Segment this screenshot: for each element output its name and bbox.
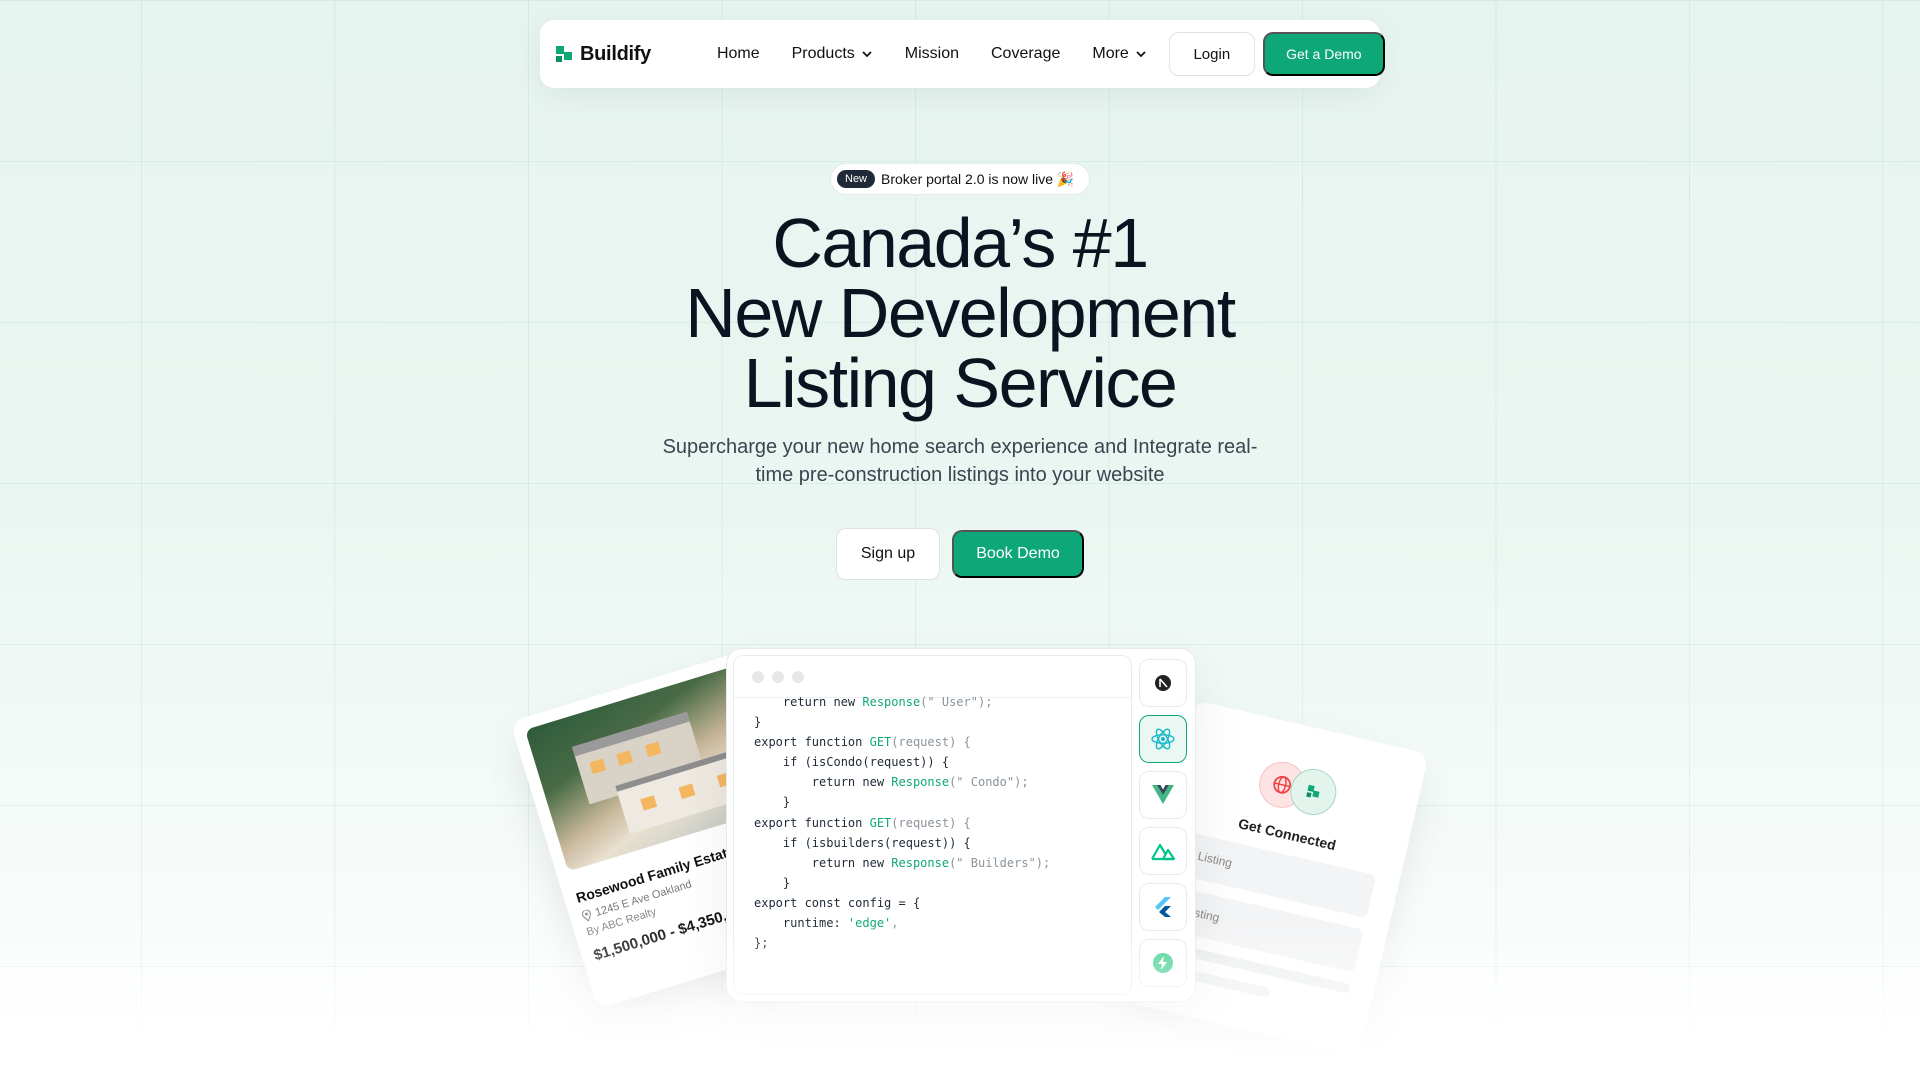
- chevron-down-icon: [1136, 51, 1146, 58]
- nav-link-label: Mission: [904, 45, 959, 62]
- hero-subtitle: Supercharge your new home search experie…: [662, 436, 1258, 486]
- brand-name: Buildify: [580, 42, 651, 65]
- vue-icon[interactable]: [1139, 771, 1188, 819]
- buildify-logo-icon: [556, 46, 572, 62]
- announcement-text: Broker portal 2.0 is now live 🎉: [881, 170, 1075, 187]
- window-dot: [792, 670, 804, 683]
- nav-link-coverage[interactable]: Coverage: [981, 45, 1070, 63]
- nav-link-label: Home: [716, 45, 760, 62]
- nav-actions: Login Get a Demo: [1168, 32, 1385, 76]
- code-line: return new Response(" User");: [754, 695, 993, 709]
- code-line: export const config = {: [754, 895, 921, 910]
- login-button[interactable]: Login: [1168, 32, 1255, 76]
- code-block: return new Response(" User");} export fun…: [734, 692, 1131, 953]
- nuxt-icon[interactable]: [1139, 827, 1188, 875]
- window-dot: [752, 670, 764, 683]
- nav-link-products[interactable]: Products: [782, 45, 883, 63]
- code-line: }: [754, 875, 791, 890]
- top-navbar: Buildify Home Products Mission Coverage …: [540, 20, 1385, 88]
- nav-links: Home Products Mission Coverage More: [707, 45, 1169, 63]
- book-demo-button[interactable]: Book Demo: [952, 530, 1084, 578]
- code-line: export function GET(request) {: [754, 735, 971, 750]
- nextjs-icon[interactable]: [1139, 659, 1188, 707]
- nav-link-more[interactable]: More: [1082, 45, 1156, 63]
- hero-title-line: Listing Service: [743, 344, 1178, 422]
- new-tag: New: [837, 170, 876, 188]
- chevron-right-icon: [1082, 178, 1083, 180]
- code-line: return new Response(" Builders");: [754, 855, 1051, 870]
- nav-link-label: More: [1092, 45, 1129, 62]
- hero-title-line: New Development: [685, 274, 1236, 352]
- code-line: export function GET(request) {: [754, 815, 971, 830]
- code-line: return new Response(" Condo");: [754, 775, 1029, 790]
- code-line: if (isCondo(request)) {: [754, 755, 950, 770]
- nav-link-home[interactable]: Home: [707, 45, 770, 63]
- get-demo-button[interactable]: Get a Demo: [1262, 32, 1385, 76]
- code-line: if (isbuilders(request)) {: [754, 835, 971, 850]
- nav-link-label: Products: [791, 45, 855, 62]
- hero-title: Canada’s #1 New Development Listing Serv…: [560, 208, 1360, 418]
- chevron-down-icon: [862, 51, 872, 58]
- hero-actions: Sign up Book Demo: [836, 528, 1084, 580]
- nav-link-mission[interactable]: Mission: [895, 45, 969, 63]
- brand-logo[interactable]: Buildify: [552, 42, 651, 66]
- hero-title-line: Canada’s #1: [772, 204, 1149, 282]
- react-icon[interactable]: [1139, 715, 1188, 763]
- code-line: }: [754, 795, 791, 810]
- window-dot: [772, 670, 784, 683]
- nav-link-label: Coverage: [991, 45, 1061, 62]
- code-line: }: [754, 715, 762, 730]
- signup-button[interactable]: Sign up: [836, 528, 940, 580]
- bottom-fade: [0, 920, 1920, 1080]
- announcement-badge[interactable]: New Broker portal 2.0 is now live 🎉: [830, 163, 1090, 195]
